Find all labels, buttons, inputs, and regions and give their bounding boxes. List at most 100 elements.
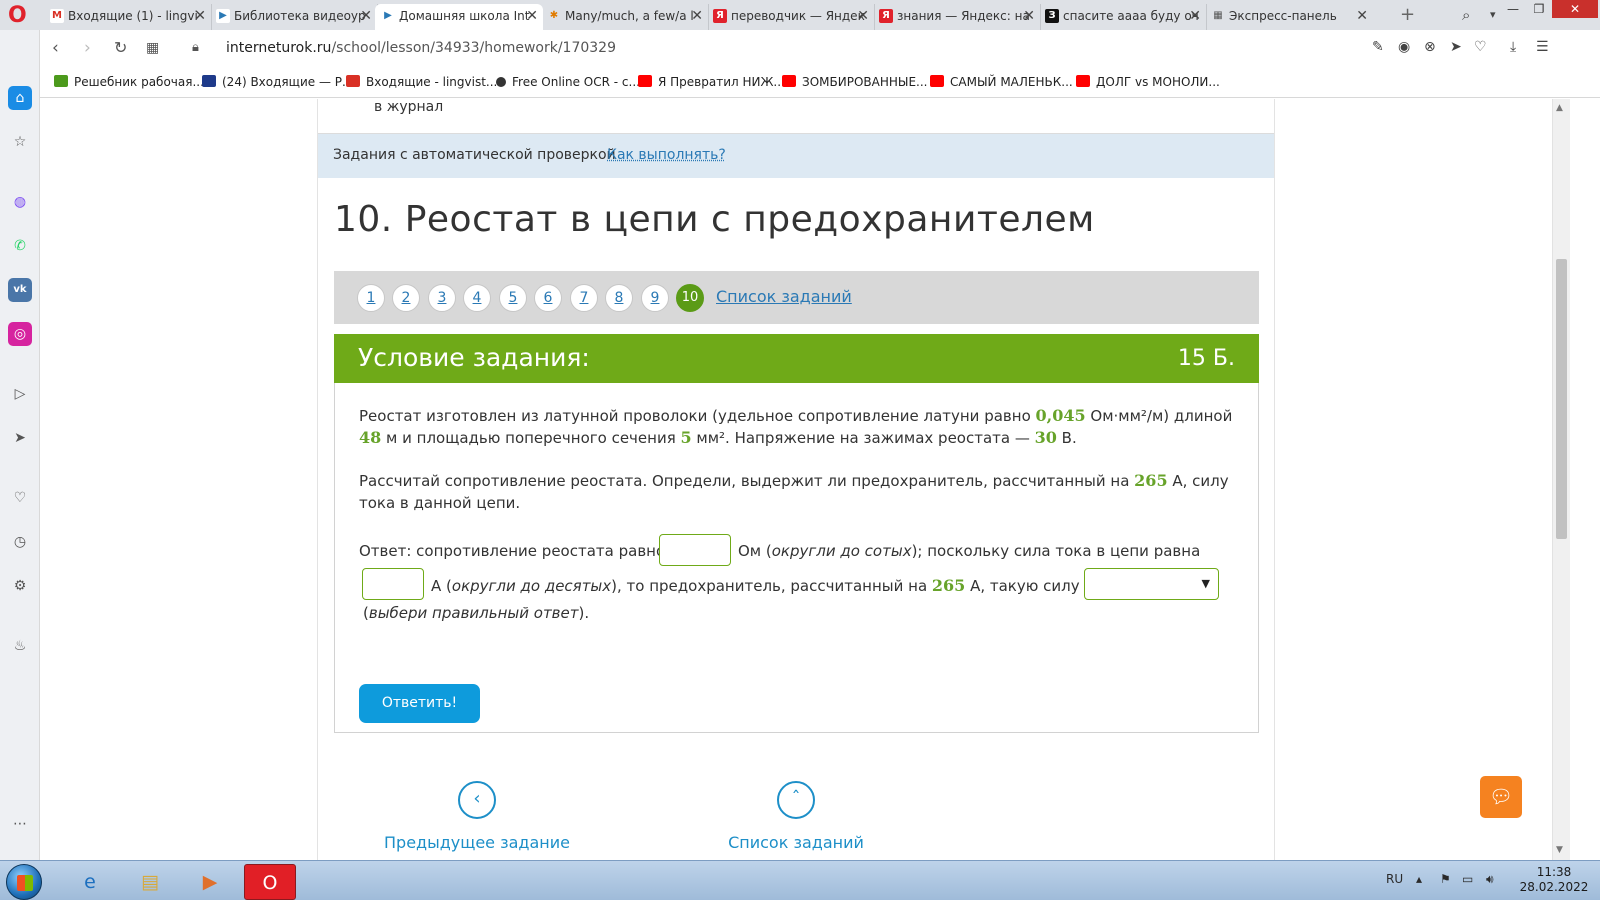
- language-indicator[interactable]: RU: [1386, 872, 1403, 886]
- system-clock[interactable]: 11:38 28.02.2022: [1514, 865, 1594, 895]
- file-explorer-icon[interactable]: ▤: [124, 864, 176, 900]
- bookmark-item[interactable]: Решебник рабочая...: [54, 75, 204, 89]
- heart-icon[interactable]: ♡: [8, 486, 32, 510]
- pager-item-8[interactable]: 8: [605, 284, 633, 312]
- network-icon[interactable]: ▭: [1462, 872, 1473, 886]
- close-icon[interactable]: ✕: [1189, 4, 1201, 28]
- answer-label-resistance: Ответ: сопротивление реостата равно: [359, 542, 666, 560]
- pager-item-6[interactable]: 6: [534, 284, 562, 312]
- tab-znanija-question[interactable]: З спасите аааа буду оч ✕: [1039, 4, 1207, 30]
- forward-arrow-icon[interactable]: ›: [84, 38, 91, 58]
- camera-icon[interactable]: ◉: [1398, 39, 1410, 55]
- close-icon[interactable]: ✕: [1023, 4, 1035, 28]
- resistance-input[interactable]: [659, 534, 731, 566]
- heart-icon[interactable]: ♡: [1474, 39, 1487, 55]
- bookmark-item[interactable]: САМЫЙ МАЛЕНЬК...: [930, 75, 1073, 89]
- instagram-icon[interactable]: ◎: [8, 322, 32, 346]
- player-icon[interactable]: ▷: [8, 382, 32, 406]
- how-to-link[interactable]: Как выполнять?: [607, 147, 726, 163]
- bookmark-item[interactable]: Free Online OCR - c...: [496, 75, 640, 89]
- bookmark-item[interactable]: (24) Входящие — Р...: [202, 75, 353, 89]
- maximize-icon[interactable]: ❐: [1526, 0, 1552, 18]
- task-list-nav[interactable]: ˆ Список заданий: [696, 781, 896, 852]
- bookmark-item[interactable]: ДОЛГ vs МОНОЛИ...: [1076, 75, 1220, 89]
- send-icon[interactable]: ➤: [1450, 39, 1462, 55]
- address-bar: ‹ › ↻ ▦ 🔒︎ interneturok.ru/school/lesson…: [40, 30, 1600, 68]
- internet-explorer-icon[interactable]: e: [64, 864, 116, 900]
- task-list-link[interactable]: Список заданий: [716, 287, 852, 306]
- vk-icon[interactable]: vk: [8, 278, 32, 302]
- tab-home-school[interactable]: ▶ Домашняя школа Int ✕: [375, 4, 543, 30]
- value-fuse-current: 265: [1134, 471, 1168, 490]
- search-tabs-icon[interactable]: ⌕: [1462, 4, 1470, 26]
- home-icon[interactable]: ⌂: [8, 86, 32, 110]
- close-icon[interactable]: ✕: [857, 4, 869, 28]
- chevron-left-icon[interactable]: ‹: [458, 781, 496, 819]
- tab-gmail[interactable]: M Входящие (1) - lingvi ✕: [44, 4, 212, 30]
- start-button[interactable]: [6, 864, 42, 900]
- pager-item-2[interactable]: 2: [392, 284, 420, 312]
- star-icon[interactable]: ☆: [8, 130, 32, 154]
- window-close-icon[interactable]: ✕: [1552, 0, 1598, 18]
- pager-item-3[interactable]: 3: [428, 284, 456, 312]
- clock-date: 28.02.2022: [1519, 880, 1589, 894]
- submit-answer-button[interactable]: Ответить!: [359, 684, 480, 723]
- tab-speed-dial[interactable]: ▦ Экспресс-панель ✕: [1205, 4, 1373, 30]
- task-list-label[interactable]: Список заданий: [696, 833, 896, 852]
- tab-menu-chevron-icon[interactable]: ▾: [1490, 4, 1496, 26]
- close-icon[interactable]: ✕: [1356, 4, 1368, 28]
- pager-item-4[interactable]: 4: [463, 284, 491, 312]
- pager-item-9[interactable]: 9: [641, 284, 669, 312]
- prev-task-label[interactable]: Предыдущее задание: [377, 833, 577, 852]
- pager-item-7[interactable]: 7: [570, 284, 598, 312]
- new-tab-plus-icon[interactable]: +: [1400, 4, 1415, 26]
- action-center-flag-icon[interactable]: ⚑: [1440, 872, 1451, 886]
- pager-item-1[interactable]: 1: [357, 284, 385, 312]
- bookmark-label: САМЫЙ МАЛЕНЬК...: [950, 75, 1073, 89]
- chat-icon[interactable]: 💬︎: [1480, 776, 1522, 818]
- chevron-up-icon[interactable]: ˆ: [777, 781, 815, 819]
- history-clock-icon[interactable]: ◷: [8, 530, 32, 554]
- speed-dial-grid-icon[interactable]: ▦: [146, 38, 159, 58]
- reload-icon[interactable]: ↻: [114, 38, 127, 58]
- back-arrow-icon[interactable]: ‹: [52, 38, 59, 58]
- pager-item-5[interactable]: 5: [499, 284, 527, 312]
- opera-taskbar-icon[interactable]: O: [244, 864, 296, 900]
- bookmark-item[interactable]: ЗОМБИРОВАННЫЕ...: [782, 75, 927, 89]
- settings-gear-icon[interactable]: ⚙: [8, 574, 32, 598]
- scroll-thumb[interactable]: [1556, 259, 1567, 539]
- edit-icon[interactable]: ✎: [1372, 39, 1384, 55]
- tab-video-library[interactable]: ▶ Библиотека видеоур ✕: [210, 4, 378, 30]
- more-dots-icon[interactable]: ⋯: [8, 812, 32, 836]
- minimize-icon[interactable]: —: [1500, 0, 1526, 18]
- current-input[interactable]: [362, 568, 424, 600]
- whatsapp-icon[interactable]: ✆: [8, 234, 32, 258]
- scroll-down-icon[interactable]: ▼: [1556, 845, 1563, 855]
- scroll-up-icon[interactable]: ▲: [1556, 103, 1563, 113]
- close-icon[interactable]: ✕: [526, 4, 538, 28]
- tray-expand-icon[interactable]: ▴: [1416, 872, 1422, 886]
- volume-icon[interactable]: 🔊︎: [1486, 872, 1494, 887]
- bookmark-item[interactable]: Входящие - lingvist...: [346, 75, 497, 89]
- prev-task-nav[interactable]: ‹ Предыдущее задание: [377, 781, 577, 852]
- messenger-icon[interactable]: ◍: [8, 190, 32, 214]
- media-player-icon[interactable]: ▶: [184, 864, 236, 900]
- adblock-icon[interactable]: ⊗: [1424, 39, 1436, 55]
- fuse-answer-select[interactable]: ▼: [1084, 568, 1219, 600]
- close-icon[interactable]: ✕: [194, 4, 206, 28]
- opera-logo-icon[interactable]: O: [8, 5, 32, 27]
- value-fuse-current: 265: [931, 576, 966, 595]
- tab-yandex-translate[interactable]: Я переводчик — Яндек ✕: [707, 4, 875, 30]
- bookmark-item[interactable]: Я Превратил НИЖ...: [638, 75, 785, 89]
- pager-item-10-active[interactable]: 10: [676, 284, 704, 312]
- close-icon[interactable]: ✕: [691, 4, 703, 28]
- lightbulb-icon[interactable]: ♨: [8, 634, 32, 658]
- close-icon[interactable]: ✕: [360, 4, 372, 28]
- page-scrollbar[interactable]: ▲ ▼: [1552, 99, 1570, 860]
- tab-many-much[interactable]: ✱ Many/much, a few/a l ✕: [541, 4, 709, 30]
- download-icon[interactable]: ⤓: [1510, 39, 1516, 55]
- menu-icon[interactable]: ☰: [1536, 39, 1549, 55]
- url-field[interactable]: interneturok.ru/school/lesson/34933/home…: [226, 40, 616, 56]
- send-icon[interactable]: ➤: [8, 426, 32, 450]
- tab-yandex-znaniya[interactable]: Я знания — Яндекс: на ✕: [873, 4, 1041, 30]
